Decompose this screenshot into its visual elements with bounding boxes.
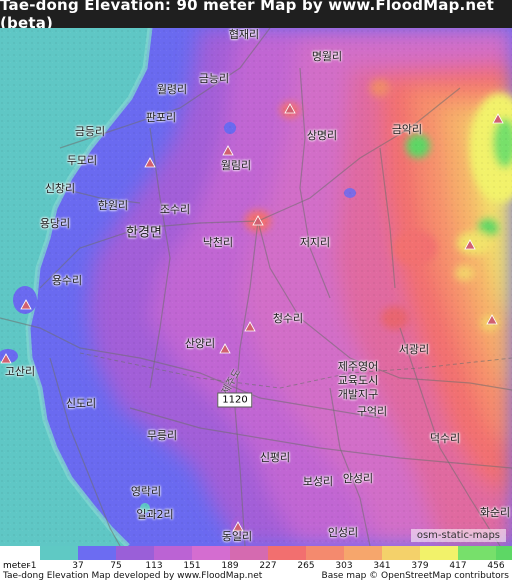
legend-tick-label: 189 <box>221 561 239 571</box>
place-label: 산양리 <box>184 337 216 350</box>
legend-swatch <box>116 546 154 560</box>
place-label: 저지리 <box>299 236 331 249</box>
place-label: 청수리 <box>272 312 304 325</box>
place-label: 안성리 <box>342 472 374 485</box>
place-label: 서광리 <box>398 343 430 356</box>
place-label: 신도리 <box>65 397 97 410</box>
legend-color-bar <box>40 546 512 560</box>
place-label: 고산리 <box>4 365 36 378</box>
legend-swatch <box>192 546 230 560</box>
legend-tick-label: 227 <box>259 561 277 571</box>
place-label: 용수리 <box>51 274 83 287</box>
place-label: 협재리 <box>228 28 260 41</box>
legend-swatch <box>382 546 420 560</box>
legend-tick-label: 417 <box>449 561 467 571</box>
legend-swatch <box>78 546 116 560</box>
place-label: 금악리 <box>391 123 423 136</box>
place-label: 두모리 <box>66 154 98 167</box>
place-label: 개발지구 <box>337 388 379 401</box>
legend-swatch <box>230 546 268 560</box>
place-label: 한원리 <box>97 199 129 212</box>
elevation-map[interactable]: 협재리 명월리 금능리 월령리 판포리 상명리 금악리 금등리 두모리 월림리 … <box>0 28 512 546</box>
place-label: 월림리 <box>220 159 252 172</box>
legend-swatch <box>420 546 458 560</box>
elevation-legend: meter -1 37 75 113 151 189 227 265 303 341 379 417 4… <box>0 546 512 572</box>
footer: Tae-dong Elevation Map developed by www.… <box>0 571 512 582</box>
place-label: 금등리 <box>74 125 106 138</box>
map-attribution: osm-static-maps <box>410 529 506 542</box>
map-title: Tae-dong Elevation: 90 meter Map by www.… <box>0 0 512 32</box>
legend-tick-label: 303 <box>335 561 353 571</box>
place-label: 무릉리 <box>146 429 178 442</box>
footer-credit: Tae-dong Elevation Map developed by www.… <box>3 571 263 581</box>
legend-tick-label: 151 <box>183 561 201 571</box>
place-label: 화순리 <box>479 506 511 519</box>
place-label: 상명리 <box>306 129 338 142</box>
place-label: 판포리 <box>145 111 177 124</box>
place-label: 인성리 <box>327 526 359 539</box>
place-label: 일과2리 <box>136 508 174 521</box>
legend-tick-label: 341 <box>373 561 391 571</box>
legend-swatch <box>496 546 512 560</box>
place-label: 월령리 <box>156 83 188 96</box>
legend-swatch <box>40 546 78 560</box>
place-label: 신창리 <box>44 182 76 195</box>
legend-tick-label: -1 <box>27 561 37 571</box>
place-label: 금능리 <box>198 72 230 85</box>
footer-attribution: Base map © OpenStreetMap contributors <box>321 571 509 581</box>
place-label: 신평리 <box>259 451 291 464</box>
place-label: 조수리 <box>159 203 191 216</box>
place-label: 용당리 <box>39 217 71 230</box>
legend-swatch <box>154 546 192 560</box>
place-label: 구억리 <box>356 405 388 418</box>
legend-swatch <box>344 546 382 560</box>
legend-tick-label: 113 <box>145 561 163 571</box>
place-label: 동일리 <box>221 530 253 543</box>
legend-tick-label: 37 <box>72 561 84 571</box>
legend-tick-label: 265 <box>297 561 315 571</box>
place-label: 덕수리 <box>429 432 461 445</box>
road-number-shield: 1120 <box>217 392 253 408</box>
place-label: 보성리 <box>302 475 334 488</box>
legend-swatch <box>306 546 344 560</box>
place-label: 영락리 <box>130 485 162 498</box>
legend-tick-label: 379 <box>411 561 429 571</box>
legend-tick-label: 75 <box>110 561 122 571</box>
legend-swatch <box>458 546 496 560</box>
place-label: 명월리 <box>311 50 343 63</box>
place-label: 낙천리 <box>202 236 234 249</box>
legend-tick-label: 456 <box>487 561 505 571</box>
legend-swatch <box>268 546 306 560</box>
district-label: 한경면 <box>126 225 162 241</box>
